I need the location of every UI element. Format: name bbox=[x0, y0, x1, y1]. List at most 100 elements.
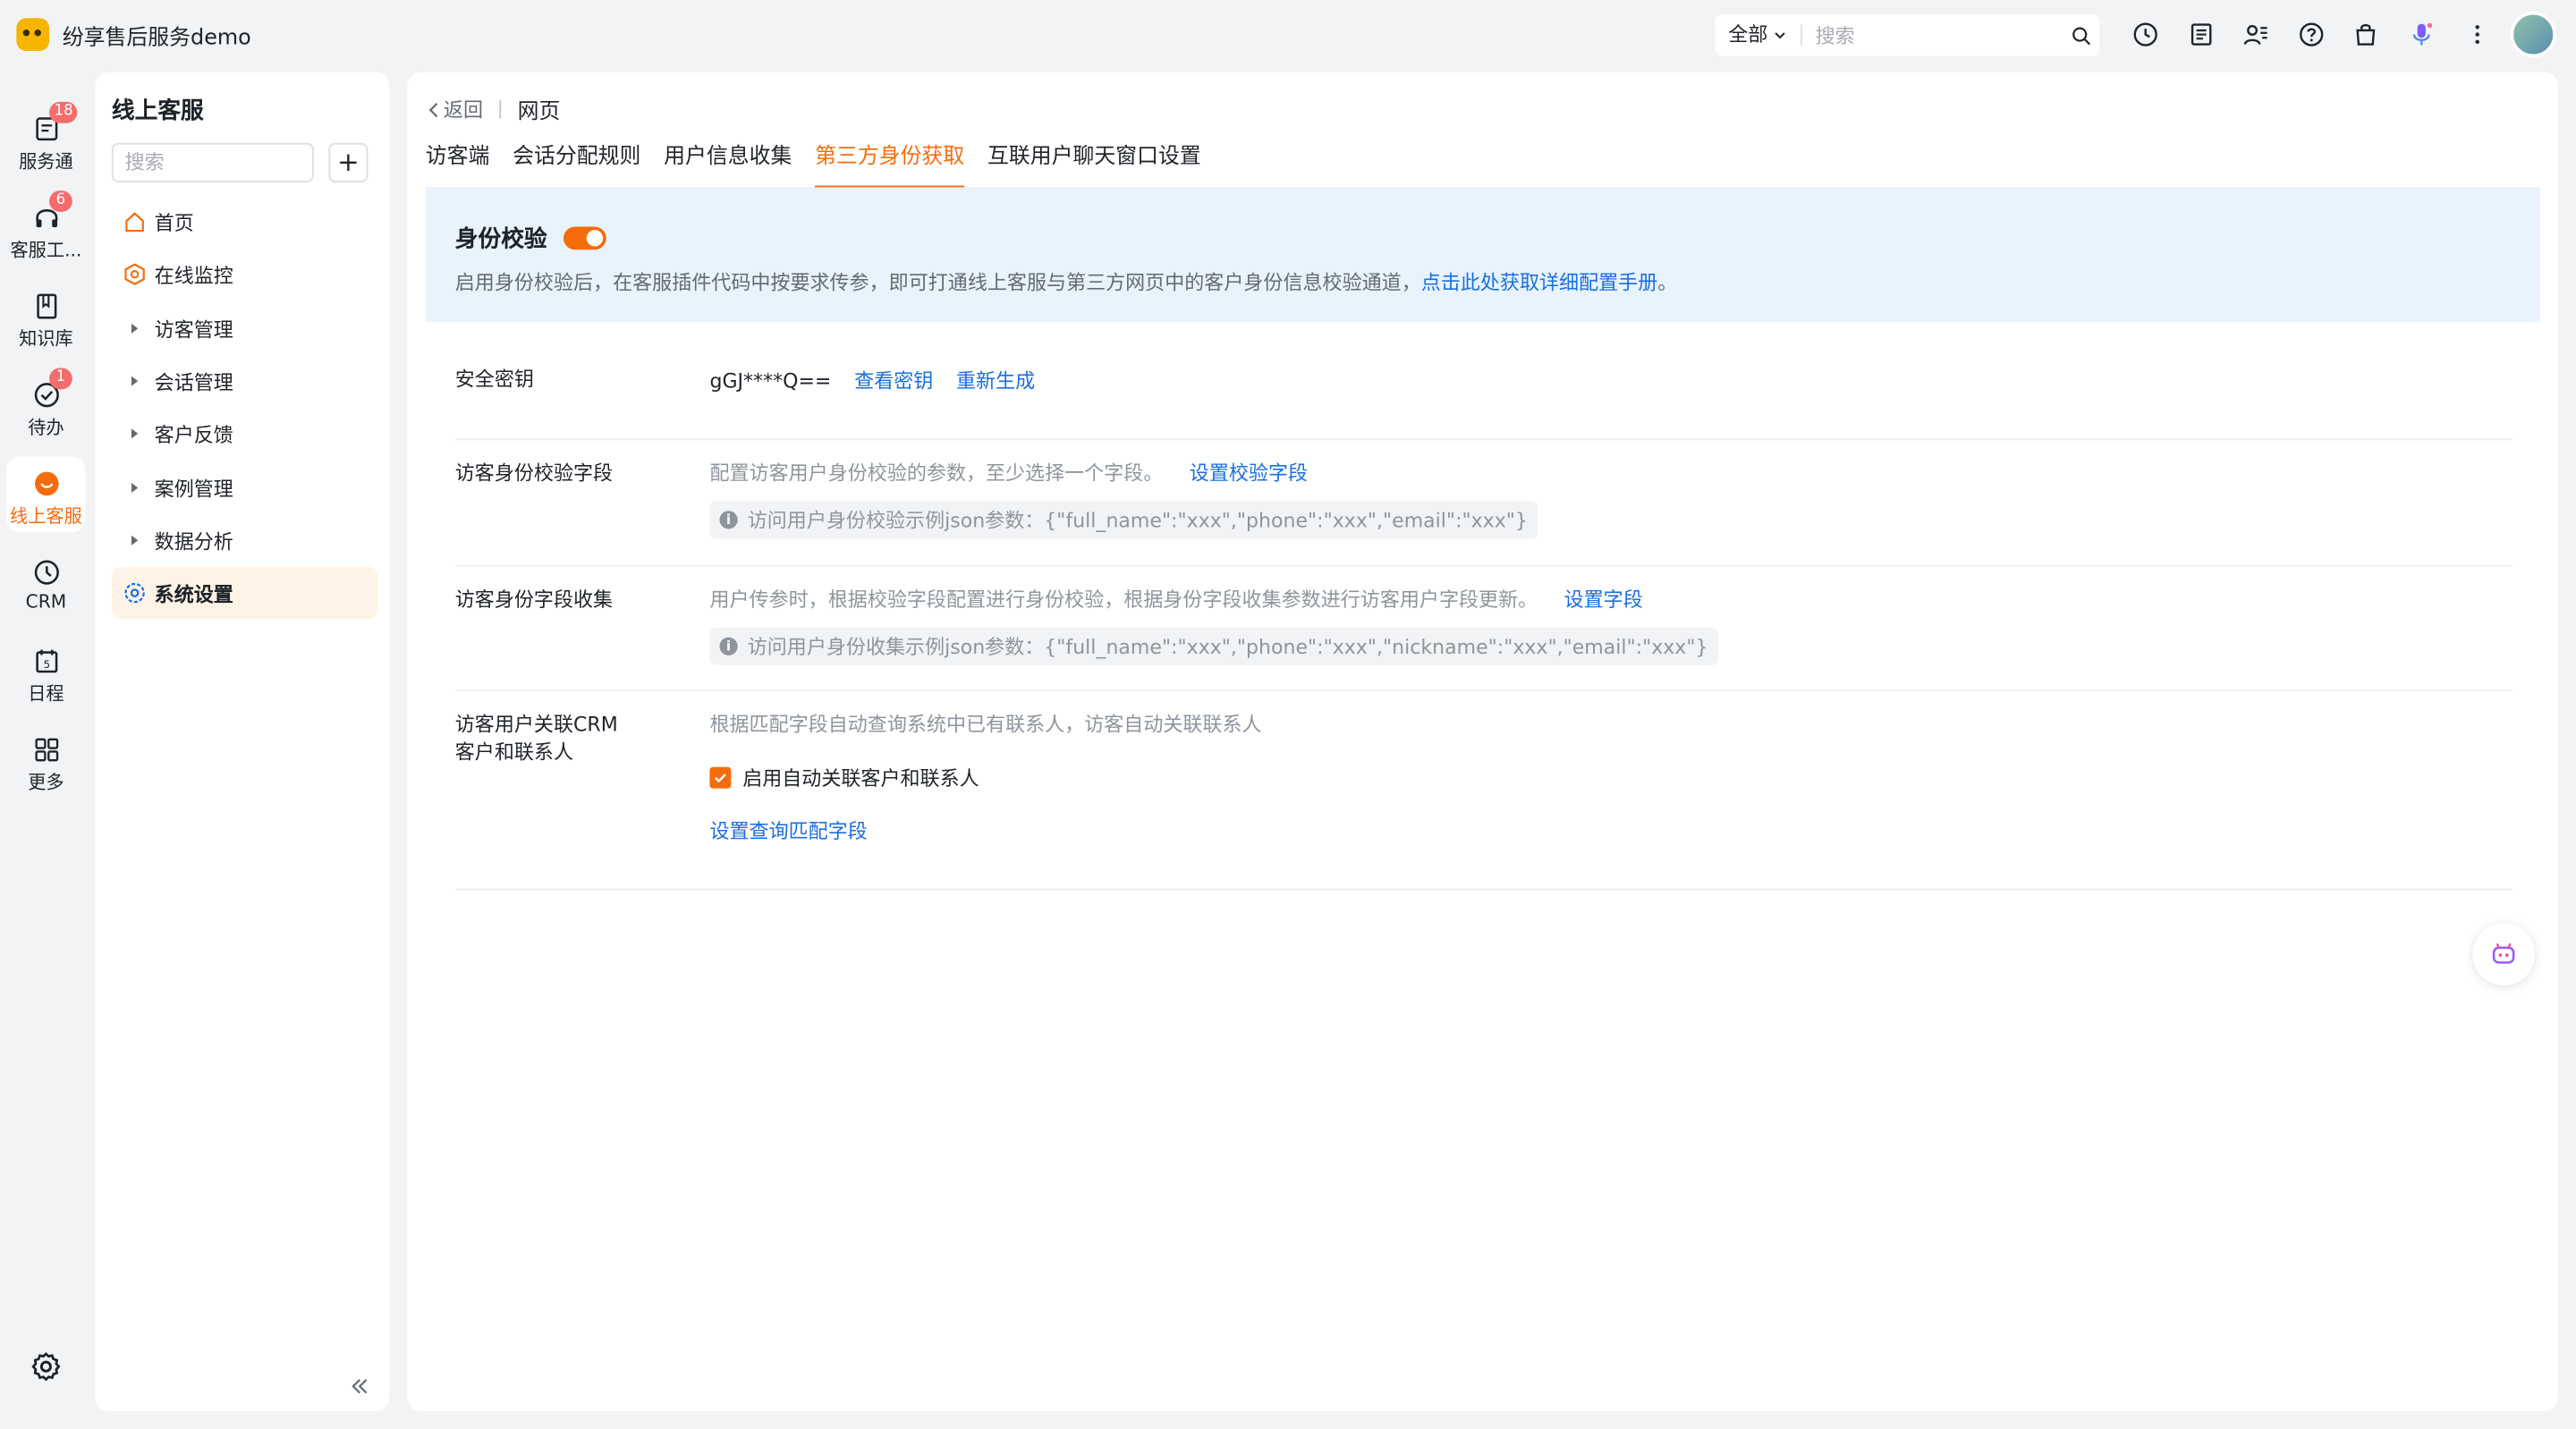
secret-key-value: gGJ****Q== bbox=[709, 368, 832, 393]
verify-fields-label: 访客身份校验字段 bbox=[454, 461, 614, 485]
headset-icon: 6 bbox=[30, 190, 72, 233]
auto-link-option: 启用自动关联客户和联系人 bbox=[709, 764, 1261, 791]
secret-key-label: 安全密钥 bbox=[454, 368, 534, 392]
rail-label: 日程 bbox=[28, 683, 64, 705]
verify-json-hint: i 访问用户身份校验示例json参数：{"full_name":"xxx","p… bbox=[709, 501, 1538, 539]
verify-fields-row: 访客身份校验字段 配置访客用户身份校验的参数，至少选择一个字段。 设置校验字段 … bbox=[454, 440, 2512, 567]
app-logo-icon bbox=[16, 18, 50, 51]
config-manual-link[interactable]: 点击此处获取详细配置手册 bbox=[1421, 271, 1658, 294]
svg-text:5: 5 bbox=[43, 657, 49, 670]
rail-item-service[interactable]: 18 服务通 bbox=[6, 101, 85, 177]
collect-json-hint: i 访问用户身份收集示例json参数：{"full_name":"xxx","p… bbox=[709, 627, 1718, 665]
user-avatar[interactable] bbox=[2510, 11, 2556, 58]
regenerate-secret-link[interactable]: 重新生成 bbox=[956, 367, 1035, 394]
search-icon[interactable] bbox=[2063, 25, 2099, 45]
sidebar: 线上客服 搜索 首页 在线监控 访客管理 会话管理 客户反馈 案例管理 数据分析… bbox=[95, 72, 390, 1411]
caret-right-icon bbox=[122, 528, 148, 554]
verify-json-hint-text: 访问用户身份校验示例json参数：{"full_name":"xxx","pho… bbox=[747, 509, 1528, 533]
auto-link-checkbox[interactable] bbox=[709, 766, 732, 789]
notes-icon[interactable] bbox=[2184, 18, 2217, 51]
gear-icon bbox=[122, 579, 148, 605]
banner-title: 身份校验 bbox=[454, 226, 547, 253]
rail-label: 知识库 bbox=[19, 328, 73, 351]
add-button[interactable] bbox=[328, 142, 369, 182]
back-label: 返回 bbox=[443, 98, 484, 122]
banner-title-row: 身份校验 bbox=[455, 222, 606, 255]
sidebar-item-sessions[interactable]: 会话管理 bbox=[112, 355, 378, 408]
sidebar-item-settings[interactable]: 系统设置 bbox=[111, 566, 378, 620]
book-icon bbox=[30, 289, 63, 322]
collapse-sidebar-icon[interactable] bbox=[348, 1374, 371, 1397]
help-icon[interactable] bbox=[2294, 18, 2327, 51]
tab-bar: 访客端 会话分配规则 用户信息收集 第三方身份获取 互联用户聊天窗口设置 bbox=[426, 143, 1201, 190]
rail-item-online-service[interactable]: 线上客服 bbox=[6, 456, 86, 533]
check-icon bbox=[714, 774, 726, 783]
tab-third-party-identity[interactable]: 第三方身份获取 bbox=[815, 143, 965, 190]
rail-label: 更多 bbox=[28, 772, 64, 794]
sidebar-item-label: 会话管理 bbox=[154, 370, 233, 393]
crm-link-desc: 根据匹配字段自动查询系统中已有联系人，访客自动关联联系人 bbox=[709, 713, 1262, 736]
rail-item-todo[interactable]: 1 待办 bbox=[6, 368, 85, 443]
contacts-icon[interactable] bbox=[2240, 18, 2273, 51]
global-search: 全部 搜索 bbox=[1715, 14, 2100, 56]
sidebar-item-cases[interactable]: 案例管理 bbox=[112, 461, 378, 514]
search-scope-select[interactable]: 全部 bbox=[1716, 22, 1802, 47]
search-scope-label: 全部 bbox=[1728, 22, 1768, 47]
rail-badge: 1 bbox=[49, 368, 72, 390]
banner-desc-end: 。 bbox=[1657, 271, 1678, 294]
sidebar-search-input[interactable]: 搜索 bbox=[111, 142, 314, 182]
rail-label: 客服工... bbox=[10, 240, 82, 262]
sidebar-item-label: 访客管理 bbox=[154, 317, 233, 342]
sidebar-item-label: 案例管理 bbox=[154, 477, 233, 501]
identity-verification-toggle[interactable] bbox=[563, 226, 606, 250]
rail-badge: 18 bbox=[49, 101, 79, 123]
set-fields-link[interactable]: 设置字段 bbox=[1564, 587, 1643, 614]
microphone-icon[interactable] bbox=[2405, 18, 2438, 51]
tab-info-collection[interactable]: 用户信息收集 bbox=[664, 143, 792, 189]
sidebar-item-visitors[interactable]: 访客管理 bbox=[112, 302, 378, 355]
info-icon: i bbox=[719, 637, 738, 655]
info-icon: i bbox=[719, 511, 738, 529]
caret-right-icon bbox=[122, 420, 148, 446]
caret-right-icon bbox=[122, 475, 148, 501]
monitor-icon bbox=[122, 261, 148, 287]
sidebar-item-label: 客户反馈 bbox=[154, 422, 233, 446]
rail-item-workbench[interactable]: 6 客服工... bbox=[6, 190, 85, 266]
top-bar: 纷享售后服务demo 全部 搜索 bbox=[0, 0, 2576, 70]
history-icon[interactable] bbox=[2129, 18, 2162, 51]
sidebar-item-home[interactable]: 首页 bbox=[112, 196, 378, 249]
sidebar-item-feedback[interactable]: 客户反馈 bbox=[112, 408, 378, 461]
rail-label: 待办 bbox=[28, 417, 64, 439]
search-input[interactable]: 搜索 bbox=[1802, 21, 2063, 49]
home-icon bbox=[122, 208, 148, 234]
tab-chat-window-settings[interactable]: 互联用户聊天窗口设置 bbox=[987, 143, 1201, 189]
shop-icon[interactable] bbox=[2350, 18, 2383, 51]
tab-visitor-client[interactable]: 访客端 bbox=[426, 143, 490, 189]
settings-gear-icon[interactable] bbox=[30, 1350, 63, 1383]
sidebar-item-label: 在线监控 bbox=[154, 263, 233, 287]
app-rail: 18 服务通 6 客服工... 知识库 1 待办 线上客服 CRM 5 日程 更… bbox=[0, 69, 92, 1429]
secret-key-row: 安全密钥 gGJ****Q== 查看密钥 重新生成 bbox=[454, 322, 2512, 441]
set-verify-fields-link[interactable]: 设置校验字段 bbox=[1190, 460, 1308, 487]
crm-link-label-line2: 客户和联系人 bbox=[454, 740, 574, 765]
more-vertical-icon[interactable] bbox=[2461, 18, 2494, 51]
rail-item-crm[interactable]: CRM bbox=[6, 545, 85, 621]
sidebar-item-monitor[interactable]: 在线监控 bbox=[112, 248, 378, 300]
crm-link-label-line1: 访客用户关联CRM bbox=[454, 713, 618, 736]
sidebar-title: 线上客服 bbox=[111, 98, 204, 125]
rail-item-more[interactable]: 更多 bbox=[6, 723, 85, 798]
identity-verification-banner: 身份校验 启用身份校验后，在客服插件代码中按要求传参，即可打通线上客服与第三方网… bbox=[425, 189, 2540, 323]
sidebar-item-label: 首页 bbox=[154, 211, 194, 234]
sidebar-item-analytics[interactable]: 数据分析 bbox=[112, 514, 378, 567]
brand[interactable]: 纷享售后服务demo bbox=[16, 18, 251, 51]
view-secret-link[interactable]: 查看密钥 bbox=[854, 367, 933, 394]
tab-assignment-rules[interactable]: 会话分配规则 bbox=[513, 143, 640, 189]
grid-icon bbox=[30, 732, 63, 765]
set-match-fields-link[interactable]: 设置查询匹配字段 bbox=[709, 816, 1261, 844]
rail-item-knowledge[interactable]: 知识库 bbox=[6, 279, 85, 354]
back-link[interactable]: 返回 bbox=[428, 96, 483, 123]
ai-assistant-button[interactable] bbox=[2472, 923, 2536, 986]
rail-item-schedule[interactable]: 5 日程 bbox=[6, 634, 85, 709]
collect-json-hint-text: 访问用户身份收集示例json参数：{"full_name":"xxx","pho… bbox=[747, 635, 1708, 659]
rail-label: 线上客服 bbox=[10, 505, 82, 528]
